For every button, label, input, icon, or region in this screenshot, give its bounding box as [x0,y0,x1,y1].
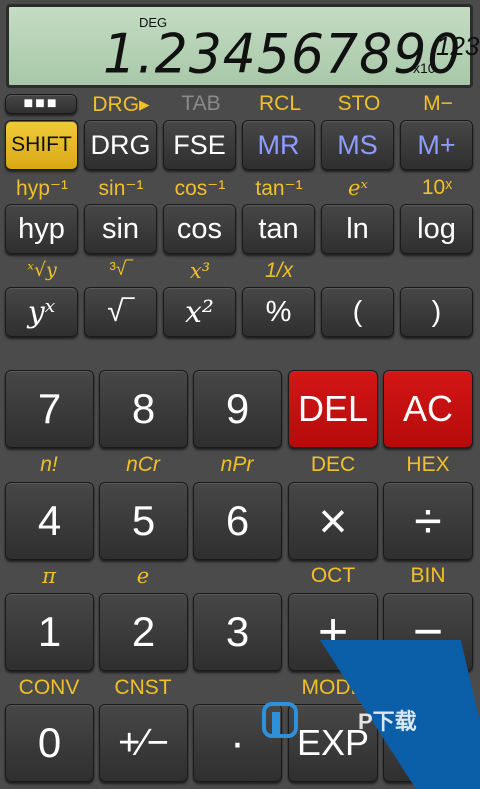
shift-button[interactable]: SHIFT [5,120,78,170]
label-factorial: n! [40,453,58,476]
label-hyp-inverse: hyp⁻¹ [16,177,68,200]
square-button[interactable]: x² [163,287,236,337]
label-reciprocal: 1/x [264,259,293,282]
menu-button[interactable]: ■■■ [5,94,77,114]
label-cos-inverse: cos⁻¹ [174,177,226,200]
calculator-display: DEG 1.234567890 x10 123 [6,4,479,88]
open-paren-button[interactable]: ( [321,287,394,337]
label-x-cubed: x³ [189,259,211,283]
label-dec: DEC [310,453,356,476]
digit-7-button[interactable]: 7 [5,370,94,448]
label-ncr: nCr [126,453,160,476]
label-exp-e: eˣ [348,176,368,200]
digit-5-button[interactable]: 5 [99,482,188,560]
label-bin: BIN [410,564,446,587]
x10-label: x10 [413,60,436,76]
label-oct: OCT [310,564,356,587]
memory-store-button[interactable]: MS [321,120,394,170]
label-cube-root: ³√‾ [109,259,133,280]
digit-9-button[interactable]: 9 [193,370,282,448]
digit-4-button[interactable]: 4 [5,482,94,560]
label-m-minus: M− [423,92,453,115]
label-sto: STO [337,92,381,115]
power-button[interactable]: yˣ [5,287,78,337]
hyp-button[interactable]: hyp [5,204,78,254]
digit-6-button[interactable]: 6 [193,482,282,560]
multiply-button[interactable]: × [288,482,378,560]
digit-2-button[interactable]: 2 [99,593,188,671]
display-exponent: 123 [436,31,480,61]
display-number: 1.234567890 [103,23,462,86]
label-pi: π [42,564,56,588]
menu-dots-icon: ■■■ [23,95,59,112]
label-e: e [136,564,150,588]
label-sin-inverse: sin⁻¹ [98,177,144,200]
digit-3-button[interactable]: 3 [193,593,282,671]
fse-button[interactable]: FSE [163,120,236,170]
all-clear-button[interactable]: AC [383,370,473,448]
label-cnst: CNST [114,676,172,699]
close-paren-button[interactable]: ) [400,287,473,337]
label-npr: nPr [220,453,254,476]
label-tan-inverse: tan⁻¹ [255,177,303,200]
label-ten-power: 10ˣ [421,176,453,199]
ln-button[interactable]: ln [321,204,394,254]
label-xth-root: ˣ√y [27,259,57,281]
memory-recall-button[interactable]: MR [242,120,315,170]
digit-1-button[interactable]: 1 [5,593,94,671]
watermark: P下载 [262,700,472,740]
label-conv: CONV [18,676,80,699]
log-button[interactable]: log [400,204,473,254]
watermark-text: P下载 [358,709,417,734]
divide-button[interactable]: ÷ [383,482,473,560]
label-tab: TAB [181,92,221,115]
memory-add-button[interactable]: M+ [400,120,473,170]
plus-minus-button[interactable]: +∕− [99,704,188,782]
label-rcl: RCL [258,92,301,115]
drg-button[interactable]: DRG [84,120,157,170]
cos-button[interactable]: cos [163,204,236,254]
percent-button[interactable]: % [242,287,315,337]
digit-8-button[interactable]: 8 [99,370,188,448]
tan-button[interactable]: tan [242,204,315,254]
label-hex: HEX [406,453,450,476]
digit-0-button[interactable]: 0 [5,704,94,782]
sin-button[interactable]: sin [84,204,157,254]
delete-button[interactable]: DEL [288,370,378,448]
label-drg-shift: DRG▸ [92,93,150,116]
watermark-logo-icon [262,702,298,738]
square-root-button[interactable]: √‾ [84,287,157,337]
